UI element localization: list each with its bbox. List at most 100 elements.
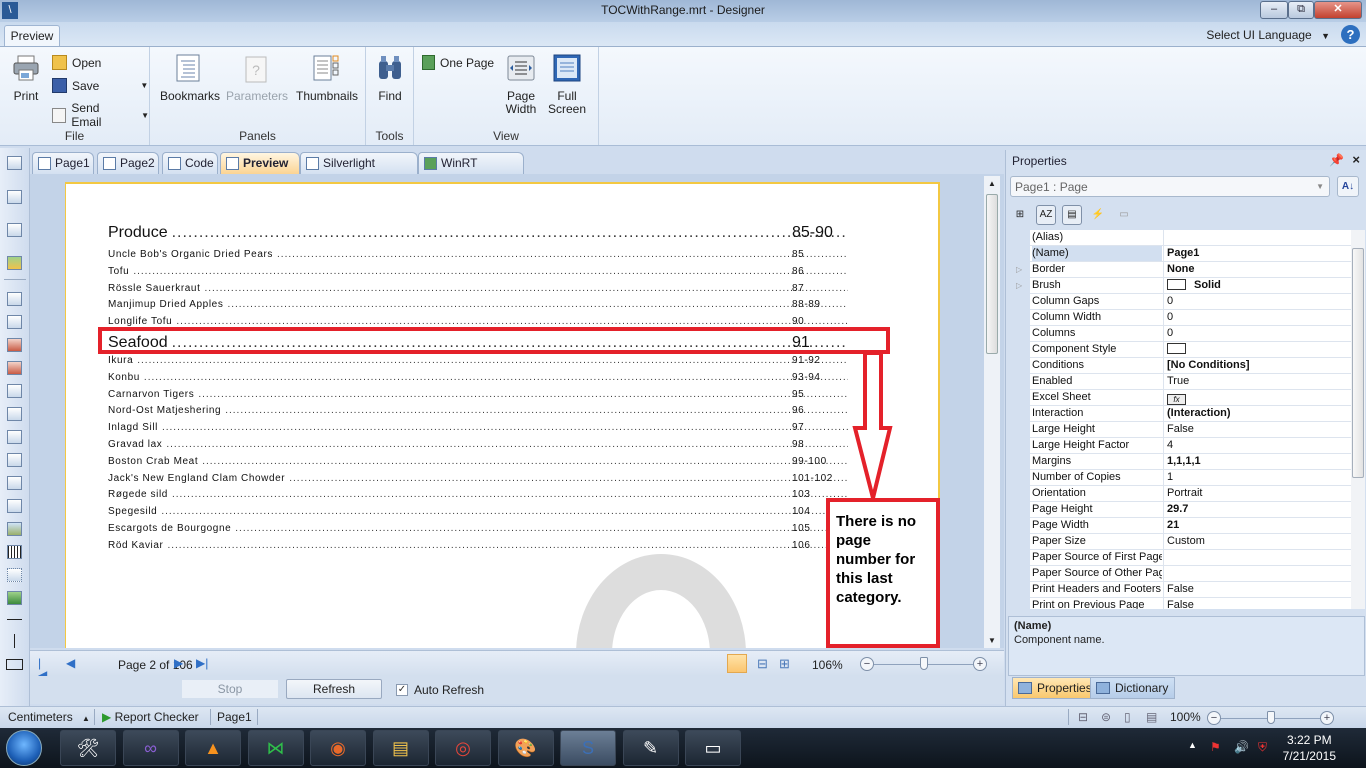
status-zoom-slider[interactable]: − + bbox=[1207, 710, 1334, 726]
property-row[interactable]: Print on Previous Page False bbox=[1008, 598, 1351, 609]
property-value[interactable]: False bbox=[1163, 422, 1351, 438]
taskbar-remote-desktop-button[interactable]: ▭ bbox=[685, 730, 741, 766]
expand-arrow-icon[interactable]: ▷ bbox=[1016, 262, 1022, 277]
property-grid-scrollbar[interactable] bbox=[1351, 230, 1365, 609]
property-row[interactable]: Column Width 0 bbox=[1008, 310, 1351, 326]
bookmarks-button[interactable]: Bookmarks bbox=[160, 53, 220, 103]
tab-winrt-preview[interactable]: WinRT Preview bbox=[418, 152, 524, 190]
tool-text-icon[interactable] bbox=[7, 338, 22, 352]
open-button[interactable]: Open bbox=[52, 55, 101, 70]
taskbar-paint-button[interactable]: 🎨 bbox=[497, 730, 554, 766]
start-button[interactable] bbox=[6, 730, 42, 766]
property-row[interactable]: Component Style bbox=[1008, 342, 1351, 358]
property-row[interactable]: (Alias) bbox=[1008, 230, 1351, 246]
property-row[interactable]: Paper Source of First Page bbox=[1008, 550, 1351, 566]
object-selector[interactable]: Page1 : Page ▼ bbox=[1010, 176, 1330, 197]
property-value[interactable]: True bbox=[1163, 374, 1351, 390]
action-center-icon[interactable]: ⚑ bbox=[1210, 740, 1221, 754]
property-value[interactable]: (Interaction) bbox=[1163, 406, 1351, 422]
taskbar-chrome-button[interactable]: ◎ bbox=[435, 730, 491, 766]
zoom-100-icon[interactable]: ▤ bbox=[1146, 710, 1157, 724]
toc-item-row[interactable]: Nord-Ost Matjeshering bbox=[108, 405, 848, 416]
zoom-knob[interactable] bbox=[919, 657, 928, 670]
property-row[interactable]: Large Height False bbox=[1008, 422, 1351, 438]
taskbar-vs-installer-button[interactable]: ⋈ bbox=[247, 730, 304, 766]
property-row[interactable]: Enabled True bbox=[1008, 374, 1351, 390]
scroll-down-icon[interactable]: ▼ bbox=[988, 636, 996, 645]
toc-item-row[interactable]: Röd Kaviar bbox=[108, 540, 848, 551]
fit-width-icon[interactable]: ⊟ bbox=[1078, 710, 1088, 724]
property-value[interactable]: 0 bbox=[1163, 326, 1351, 342]
page-width-button[interactable]: Page Width bbox=[502, 53, 540, 116]
property-value[interactable]: 4 bbox=[1163, 438, 1351, 454]
tab-silverlight-preview[interactable]: Silverlight Preview bbox=[300, 152, 418, 190]
property-value[interactable]: Portrait bbox=[1163, 486, 1351, 502]
tab-properties[interactable]: Properties bbox=[1012, 677, 1099, 699]
tab-preview[interactable]: Preview bbox=[220, 152, 300, 174]
refresh-button[interactable]: Refresh bbox=[286, 679, 382, 699]
next-page-icon[interactable]: ▶ bbox=[174, 657, 186, 669]
toc-item-row[interactable]: Carnarvon Tigers bbox=[108, 389, 848, 400]
toc-item-row[interactable]: Escargots de Bourgogne bbox=[108, 523, 848, 534]
categorized-icon[interactable]: ⊞ bbox=[1010, 205, 1030, 225]
property-value[interactable]: Solid bbox=[1163, 278, 1351, 294]
show-hidden-icons[interactable]: ▲ bbox=[1188, 740, 1197, 750]
property-value[interactable]: Page1 bbox=[1163, 246, 1351, 262]
property-row[interactable]: ▷ Brush Solid bbox=[1008, 278, 1351, 294]
report-checker-button[interactable]: ▶ Report Checker bbox=[102, 710, 199, 724]
property-value[interactable]: [No Conditions] bbox=[1163, 358, 1351, 374]
tab-dictionary[interactable]: Dictionary bbox=[1090, 677, 1176, 699]
tool-rectangle-icon[interactable] bbox=[6, 659, 23, 670]
property-row[interactable]: ▷ Border None bbox=[1008, 262, 1351, 278]
taskbar-vlc-button[interactable]: ▲ bbox=[185, 730, 241, 766]
events-lightning-icon[interactable]: ⚡ bbox=[1088, 205, 1108, 225]
property-row[interactable]: (Name) Page1 bbox=[1008, 246, 1351, 262]
full-screen-button[interactable]: Full Screen bbox=[548, 53, 586, 116]
tool-cross-bands-icon[interactable] bbox=[7, 190, 22, 204]
property-row[interactable]: Page Height 29.7 bbox=[1008, 502, 1351, 518]
last-page-icon[interactable]: ▶| bbox=[196, 657, 208, 669]
toc-item-row[interactable]: Rössle Sauerkraut bbox=[108, 283, 848, 294]
taskbar-tools-button[interactable]: 🛠 bbox=[60, 730, 116, 766]
tool-text-in-cells-icon[interactable] bbox=[7, 361, 22, 375]
previous-page-icon[interactable]: ◀ bbox=[66, 657, 78, 669]
property-row[interactable]: Columns 0 bbox=[1008, 326, 1351, 342]
minimize-button[interactable]: – bbox=[1260, 1, 1288, 19]
zoom-in-icon[interactable]: + bbox=[1320, 711, 1334, 725]
toc-item-row[interactable]: Manjimup Dried Apples bbox=[108, 299, 848, 310]
toc-item-row[interactable]: Konbu bbox=[108, 372, 848, 383]
property-value[interactable] bbox=[1163, 566, 1351, 582]
property-value[interactable]: 29.7 bbox=[1163, 502, 1351, 518]
tool-chart-icon[interactable] bbox=[7, 591, 22, 605]
security-shield-icon[interactable]: ⛨ bbox=[1258, 740, 1267, 755]
tool-barcode-icon[interactable] bbox=[7, 545, 22, 559]
help-icon[interactable]: ? bbox=[1341, 25, 1360, 44]
property-row[interactable]: Orientation Portrait bbox=[1008, 486, 1351, 502]
close-button[interactable]: ✕ bbox=[1314, 1, 1362, 19]
thumbnails-button[interactable]: Thumbnails bbox=[296, 53, 358, 103]
property-row[interactable]: Number of Copies 1 bbox=[1008, 470, 1351, 486]
continuous-view-icon[interactable]: ⊟ bbox=[757, 656, 768, 672]
tool-shape-icon[interactable] bbox=[7, 568, 22, 582]
parameters-button[interactable]: ? Parameters bbox=[226, 53, 288, 103]
property-row[interactable]: Print Headers and Footers False bbox=[1008, 582, 1351, 598]
taskbar-visual-studio-button[interactable]: ∞ bbox=[122, 730, 179, 766]
toc-item-row[interactable]: Longlife Tofu bbox=[108, 316, 848, 327]
property-row[interactable]: Excel Sheet fx bbox=[1008, 390, 1351, 406]
property-value[interactable] bbox=[1163, 342, 1351, 358]
zoom-out-icon[interactable]: − bbox=[1207, 711, 1221, 725]
units-selector[interactable]: Centimeters ▲ bbox=[8, 710, 90, 724]
tool-horizontal-line-icon[interactable] bbox=[7, 619, 22, 620]
volume-icon[interactable]: 🔊 bbox=[1234, 740, 1249, 754]
toc-item-row[interactable]: Tofu bbox=[108, 266, 848, 277]
close-panel-icon[interactable]: × bbox=[1352, 152, 1360, 167]
toc-category-row[interactable]: Produce bbox=[108, 224, 848, 242]
toc-item-row[interactable]: Jack's New England Clam Chowder bbox=[108, 473, 848, 484]
ribbon-tab-preview[interactable]: Preview bbox=[4, 25, 60, 47]
single-page-view-button[interactable] bbox=[727, 654, 747, 673]
tool-bands-icon[interactable] bbox=[7, 156, 22, 170]
property-value[interactable]: Custom bbox=[1163, 534, 1351, 550]
print-button[interactable]: Print bbox=[8, 53, 44, 103]
tab-code[interactable]: Code bbox=[162, 152, 218, 174]
property-row[interactable]: Conditions [No Conditions] bbox=[1008, 358, 1351, 374]
